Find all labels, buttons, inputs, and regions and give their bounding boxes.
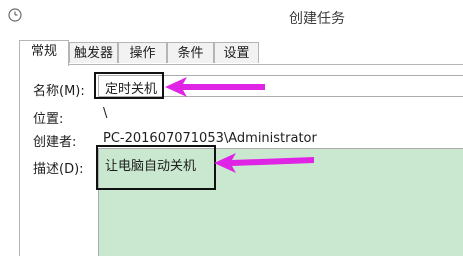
title-bar: 创建任务 — [0, 0, 463, 35]
tab-conditions[interactable]: 条件 — [167, 42, 214, 63]
arrow-left-icon — [214, 153, 314, 173]
name-label: 名称(M): — [33, 84, 85, 99]
author-value: PC-201607071053\Administrator — [103, 131, 317, 146]
tab-general[interactable]: 常规 — [19, 40, 69, 66]
window-title: 创建任务 — [289, 11, 345, 27]
description-label: 描述(D): — [33, 162, 84, 177]
arrow-left-icon — [165, 77, 265, 97]
tab-actions[interactable]: 操作 — [118, 42, 167, 63]
author-label: 创建者: — [33, 135, 77, 150]
description-highlight-box — [96, 145, 216, 190]
create-task-window: 创建任务 常规 触发器 操作 条件 设置 名称(M): 定时关机 位置: \ 创… — [0, 0, 463, 256]
location-label: 位置: — [33, 112, 64, 127]
tab-settings[interactable]: 设置 — [214, 42, 259, 63]
name-highlight-box — [94, 72, 164, 99]
tab-triggers[interactable]: 触发器 — [69, 42, 118, 63]
location-value: \ — [103, 106, 108, 121]
